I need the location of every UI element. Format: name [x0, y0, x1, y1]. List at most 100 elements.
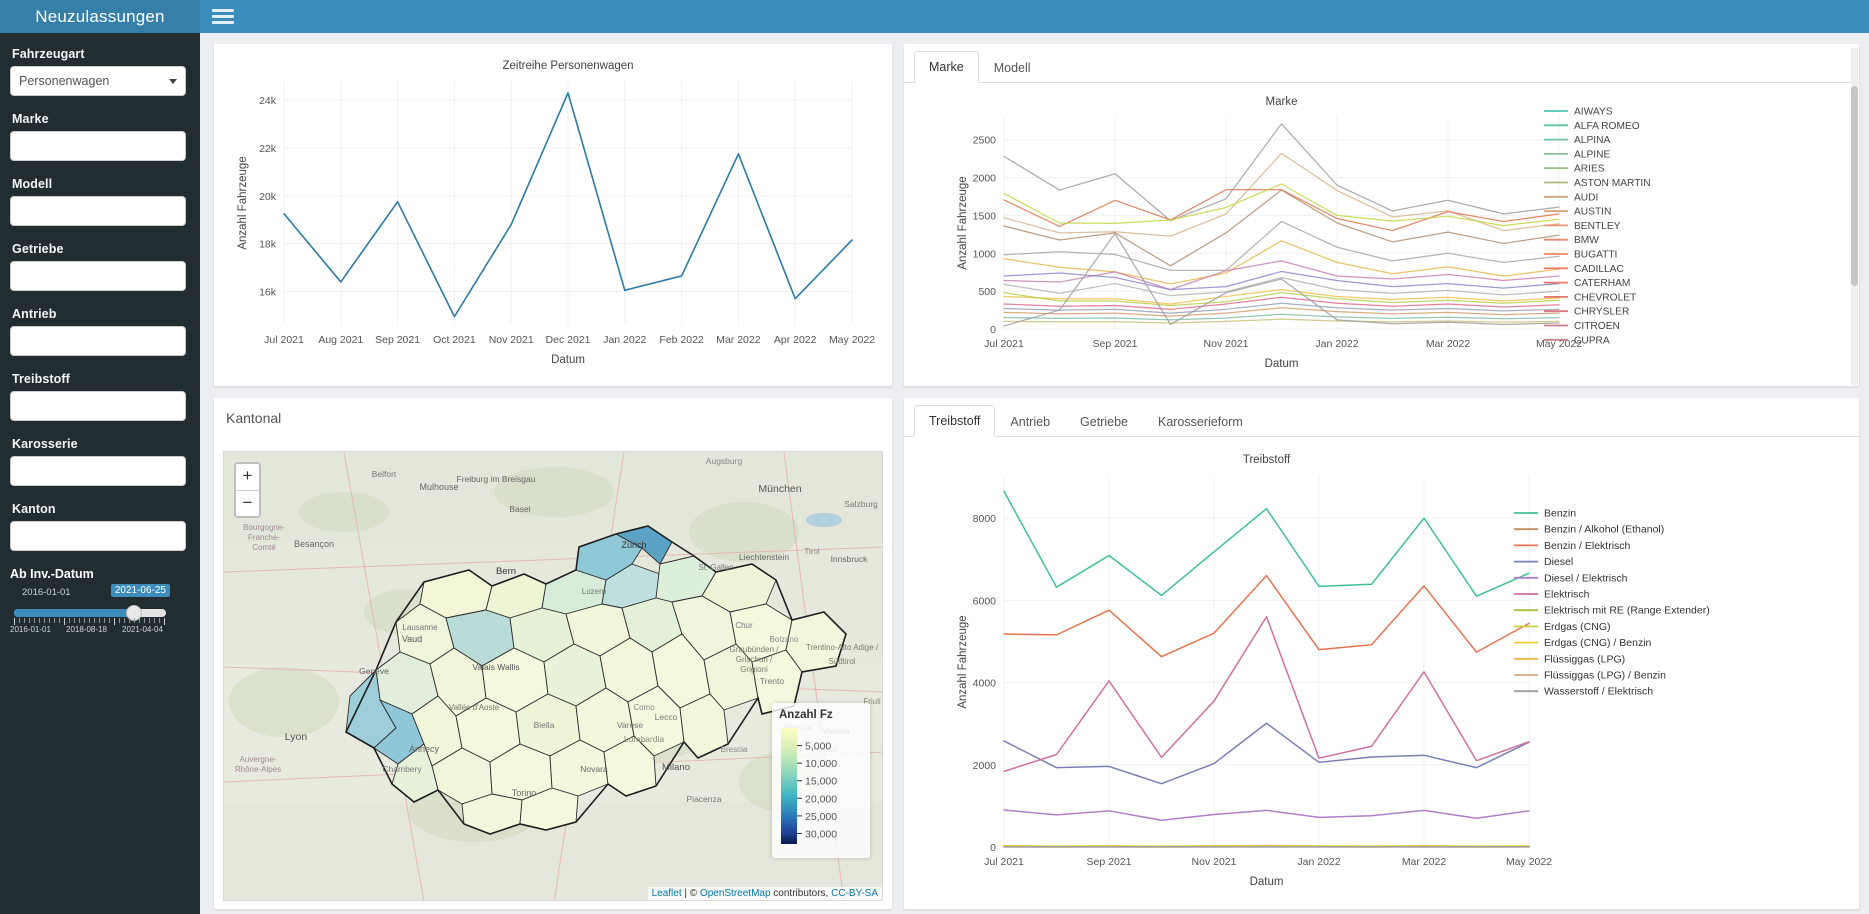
filter-input-kanton[interactable]: [10, 521, 186, 551]
svg-text:ALFA ROMEO: ALFA ROMEO: [1574, 121, 1640, 132]
svg-text:AUSTIN: AUSTIN: [1574, 207, 1611, 218]
map-zoom-out-button[interactable]: −: [236, 490, 259, 516]
date-slider-track[interactable]: [14, 605, 166, 621]
slider-tick: [84, 618, 85, 623]
slider-tick: [49, 618, 50, 623]
svg-text:0: 0: [990, 842, 996, 854]
svg-text:1000: 1000: [973, 248, 997, 260]
tab-modell[interactable]: Modell: [979, 52, 1046, 83]
svg-text:Grischun /: Grischun /: [736, 655, 773, 664]
svg-text:Trentino-Alto Adige /: Trentino-Alto Adige /: [806, 643, 879, 652]
svg-text:Mar 2022: Mar 2022: [1402, 856, 1447, 868]
svg-text:Apr 2022: Apr 2022: [774, 334, 817, 346]
svg-text:Trento: Trento: [760, 676, 785, 686]
map-panel: Kantonal München Salzburg Augsburg Freiburg…: [213, 398, 893, 910]
svg-text:Nov 2021: Nov 2021: [489, 334, 534, 346]
svg-text:Besançon: Besançon: [294, 539, 334, 549]
map-zoom-controls[interactable]: + −: [234, 462, 261, 518]
svg-text:May 2022: May 2022: [1506, 856, 1552, 868]
svg-text:Marke: Marke: [1266, 96, 1298, 108]
attribution-sep: | ©: [681, 888, 700, 899]
svg-text:Valais Wallis: Valais Wallis: [472, 662, 519, 672]
svg-text:Lecco: Lecco: [655, 712, 678, 722]
svg-text:Benzin / Elektrisch: Benzin / Elektrisch: [1544, 540, 1631, 552]
svg-text:Treibstoff: Treibstoff: [1243, 454, 1291, 466]
svg-text:Vallée d'Aoste: Vallée d'Aoste: [449, 703, 500, 712]
svg-text:Aug 2021: Aug 2021: [318, 334, 363, 346]
tab-getriebe[interactable]: Getriebe: [1065, 406, 1143, 437]
map-attribution: Leaflet | © OpenStreetMap contributors, …: [647, 887, 882, 900]
leaflet-link[interactable]: Leaflet: [652, 888, 682, 899]
slider-tick: [59, 618, 60, 623]
svg-text:Basel: Basel: [509, 504, 530, 514]
slider-tick: [64, 618, 65, 625]
filter-input-modell[interactable]: [10, 196, 186, 226]
svg-text:Mar 2022: Mar 2022: [1426, 338, 1471, 350]
svg-text:Jan 2022: Jan 2022: [603, 334, 646, 346]
svg-text:Jul 2021: Jul 2021: [264, 334, 304, 346]
svg-text:Piacenza: Piacenza: [687, 794, 722, 804]
attribution-mid: contributors,: [770, 888, 832, 899]
map-panel-title: Kantonal: [226, 410, 282, 426]
svg-text:Datum: Datum: [1265, 358, 1299, 370]
svg-text:Nov 2021: Nov 2021: [1204, 338, 1249, 350]
marke-legend-scrollbar[interactable]: [1851, 48, 1858, 385]
map-legend: Anzahl Fz 5,000 10,000 15,000 20,000 25,000 3…: [772, 703, 870, 858]
svg-text:Como: Como: [633, 703, 655, 712]
svg-text:Brescia: Brescia: [721, 745, 748, 754]
top-navbar: Neuzulassungen: [0, 0, 1869, 33]
svg-text:10,000: 10,000: [805, 758, 837, 770]
marke-panel: Marke Modell Marke 0 500 1000 1500 2000 2500 Anz…: [903, 44, 1860, 387]
svg-text:6000: 6000: [973, 595, 997, 607]
tab-marke[interactable]: Marke: [914, 51, 979, 83]
svg-text:Benzin: Benzin: [1544, 508, 1576, 520]
filter-input-getriebe[interactable]: [10, 261, 186, 291]
tab-treibstoff[interactable]: Treibstoff: [914, 405, 996, 437]
filter-label-6: Karosserie: [12, 437, 78, 451]
svg-text:Novara: Novara: [580, 764, 608, 774]
map-zoom-in-button[interactable]: +: [236, 464, 259, 490]
svg-text:Chur: Chur: [735, 621, 753, 630]
svg-text:Sep 2021: Sep 2021: [1093, 338, 1138, 350]
map-legend-title: Anzahl Fz: [779, 709, 833, 721]
tab-karosserieform[interactable]: Karosserieform: [1143, 406, 1258, 437]
osm-link[interactable]: OpenStreetMap: [700, 888, 771, 899]
filter-input-marke[interactable]: [10, 131, 186, 161]
slider-tick: [69, 618, 70, 623]
svg-text:Jan 2022: Jan 2022: [1297, 856, 1340, 868]
slider-tick: [129, 618, 130, 623]
svg-text:Bolzano: Bolzano: [770, 635, 799, 644]
svg-text:Datum: Datum: [1250, 876, 1284, 888]
svg-text:Erdgas (CNG): Erdgas (CNG): [1544, 621, 1611, 633]
slider-tick-label-0: 2016-01-01: [10, 625, 51, 634]
slider-tick-label-2: 2021-04-04: [122, 625, 163, 634]
svg-text:AUDI: AUDI: [1574, 192, 1598, 203]
filter-input-karosserie[interactable]: [10, 456, 186, 486]
filter-input-treibstoff[interactable]: [10, 391, 186, 421]
svg-text:8000: 8000: [973, 513, 997, 525]
date-slider-fill: [14, 609, 133, 617]
slider-tick-label-1: 2018-08-18: [66, 625, 107, 634]
svg-text:15,000: 15,000: [805, 776, 837, 788]
filter-input-antrieb[interactable]: [10, 326, 186, 356]
license-link[interactable]: CC-BY-SA: [831, 888, 878, 899]
svg-text:Jul 2021: Jul 2021: [984, 338, 1024, 350]
filter-select-fahrzeugart[interactable]: Personenwagen: [10, 66, 186, 96]
hamburger-icon[interactable]: [212, 7, 234, 26]
svg-text:Elektrisch mit RE (Range Exten: Elektrisch mit RE (Range Extender): [1544, 605, 1710, 617]
svg-text:CUPRA: CUPRA: [1574, 335, 1610, 346]
dashboard-root: Neuzulassungen Fahrzeugart Personenwagen M…: [0, 0, 1869, 914]
app-brand[interactable]: Neuzulassungen: [0, 0, 200, 33]
svg-text:ALPINA: ALPINA: [1574, 135, 1610, 146]
timeseries-panel: Zeitreihe Personenwagen 16k 18k 20k 22k 24k An…: [213, 44, 893, 387]
slider-tick: [124, 618, 125, 623]
timeseries-chart[interactable]: Zeitreihe Personenwagen 16k 18k 20k 22k 24k An…: [214, 47, 892, 383]
treibstoff-chart[interactable]: Treibstoff 0 2000 4000 6000 8000 Anzahl Fahrze…: [904, 437, 1859, 907]
slider-tick: [94, 618, 95, 623]
slider-tick: [134, 618, 135, 623]
tab-antrieb[interactable]: Antrieb: [995, 406, 1065, 437]
marke-chart[interactable]: Marke 0 500 1000 1500 2000 2500 Anzahl Fahrzeug…: [904, 83, 1859, 383]
leaflet-map[interactable]: München Salzburg Augsburg Freiburg im Breis…: [223, 451, 883, 901]
svg-text:20,000: 20,000: [805, 793, 837, 805]
svg-text:Comté: Comté: [252, 543, 276, 552]
